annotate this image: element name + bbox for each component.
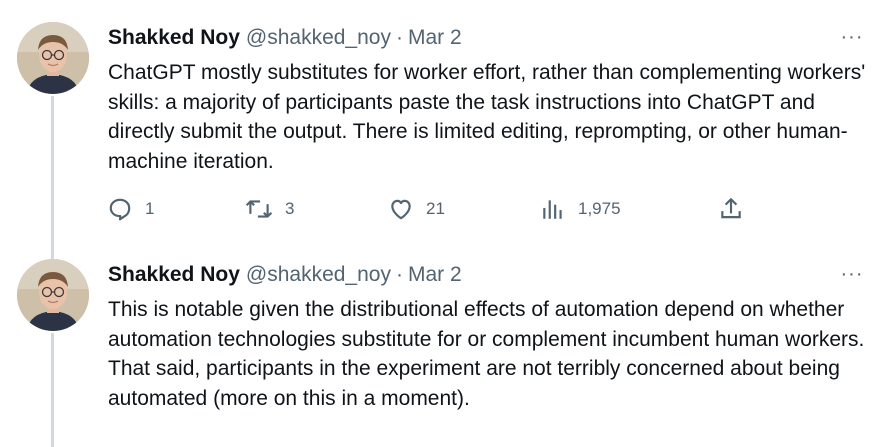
separator: · [395,26,403,49]
author-handle[interactable]: @shakked_noy [246,26,391,50]
thread-line [51,333,54,447]
tweet-text: ChatGPT mostly substitutes for worker ef… [108,61,866,173]
avatar[interactable] [17,259,89,331]
author-name[interactable]: Shakked Noy [108,263,240,287]
avatar[interactable] [17,22,89,94]
reply-icon [109,198,131,221]
author-name[interactable]: Shakked Noy [108,26,240,50]
thread-line [51,237,54,259]
thread-line [51,96,54,237]
more-options-button[interactable]: ··· [839,261,865,287]
analytics-icon [543,200,562,219]
avatar-image [17,259,89,331]
separator: · [395,263,403,286]
reply-button[interactable]: 1 [107,194,154,224]
author-handle[interactable]: @shakked_noy [246,263,391,287]
view-count: 1,975 [578,199,621,218]
tweet-actions: 1 3 21 1,975 [107,194,757,224]
share-button[interactable] [718,194,744,224]
retweet-button[interactable]: 3 [245,194,294,224]
tweet-header: Shakked Noy @shakked_noy · Mar 2 [108,24,462,52]
share-icon [721,198,741,219]
retweet-count: 3 [285,199,295,218]
tweet-date[interactable]: Mar 2 [408,263,462,287]
heart-icon [391,199,411,220]
retweet-icon [245,200,273,218]
more-options-button[interactable]: ··· [839,24,865,50]
tweet[interactable]: Shakked Noy @shakked_noy · Mar 2 ··· Cha… [0,0,891,237]
avatar-image [17,22,89,94]
like-button[interactable]: 21 [388,194,445,224]
views-button[interactable]: 1,975 [540,194,621,224]
tweet-text: This is notable given the distributional… [108,298,865,410]
tweet[interactable]: Shakked Noy @shakked_noy · Mar 2 ··· Thi… [0,237,891,447]
tweet-header: Shakked Noy @shakked_noy · Mar 2 [108,261,462,289]
reply-count: 1 [145,199,155,218]
tweet-date[interactable]: Mar 2 [408,26,462,50]
like-count: 21 [426,199,445,218]
